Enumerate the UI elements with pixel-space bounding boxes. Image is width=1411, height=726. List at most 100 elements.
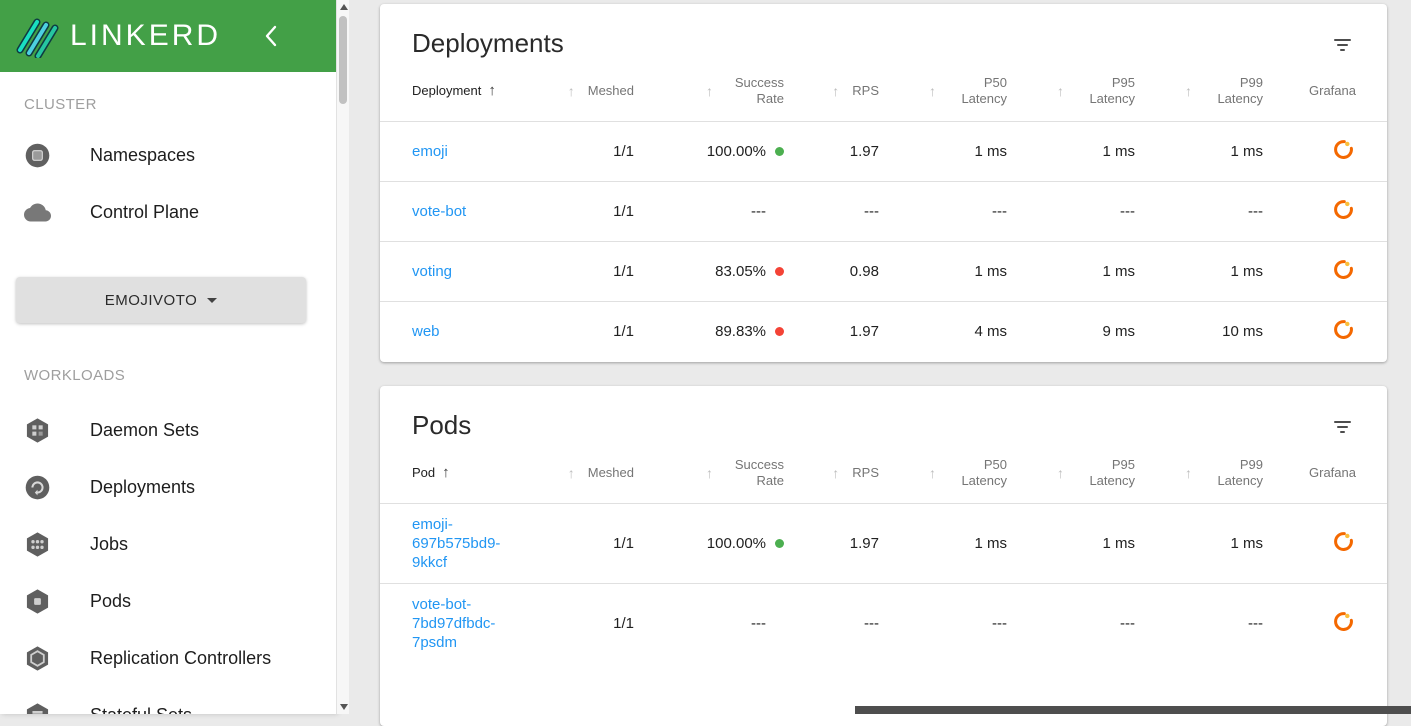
grafana-link[interactable] <box>1334 200 1353 219</box>
column-header-rps[interactable]: ↑ RPS <box>800 65 895 122</box>
success-rate-cell: 83.05% <box>650 241 800 302</box>
sidebar: LINKERD CLUSTER Namespaces Control Plane… <box>0 0 336 714</box>
deployment-name-cell: web <box>380 302 560 362</box>
meshed-cell: 1/1 <box>560 241 650 302</box>
sidebar-item-stateful-sets[interactable]: Stateful Sets <box>0 687 336 714</box>
workloads-section-label: WORKLOADS <box>24 367 126 384</box>
p99-cell: 1 ms <box>1151 503 1279 584</box>
grafana-cell <box>1279 583 1387 663</box>
sort-icon: ↑ <box>1057 464 1064 481</box>
column-header-p50[interactable]: ↑ P50 Latency <box>895 446 1023 504</box>
replication-controllers-icon <box>26 646 49 671</box>
sidebar-item-jobs[interactable]: Jobs <box>0 516 336 573</box>
column-header-grafana: Grafana <box>1279 65 1387 122</box>
sidebar-item-namespaces[interactable]: Namespaces <box>0 127 336 184</box>
scroll-down-arrow-icon[interactable] <box>340 704 348 710</box>
rps-cell: --- <box>800 181 895 242</box>
grafana-cell <box>1279 121 1387 182</box>
sidebar-item-daemon-sets[interactable]: Daemon Sets <box>0 402 336 459</box>
column-header-meshed[interactable]: ↑ Meshed <box>560 65 650 122</box>
grafana-icon <box>1334 320 1353 340</box>
namespace-selector-button[interactable]: EMOJIVOTO <box>16 277 306 323</box>
sort-asc-icon: ↑ <box>442 463 450 481</box>
column-header-p95[interactable]: ↑ P95 Latency <box>1023 65 1151 122</box>
sort-icon: ↑ <box>1185 83 1192 99</box>
sort-icon: ↑ <box>929 83 936 99</box>
filter-button[interactable] <box>1331 36 1353 54</box>
grafana-cell <box>1279 302 1387 362</box>
sort-asc-icon: ↑ <box>488 82 496 99</box>
sidebar-item-replication-controllers[interactable]: Replication Controllers <box>0 630 336 687</box>
table-row: vote-bot 1/1 --- --- --- --- --- <box>380 181 1387 242</box>
grafana-icon <box>1334 260 1353 279</box>
chevron-left-icon <box>265 25 277 47</box>
namespaces-icon <box>25 143 50 168</box>
success-rate-cell: 100.00% <box>650 503 800 584</box>
deployment-name-cell: emoji <box>380 121 560 182</box>
filter-button[interactable] <box>1331 418 1353 436</box>
p95-cell: 1 ms <box>1023 121 1151 182</box>
grafana-icon <box>1334 611 1353 631</box>
sidebar-item-pods[interactable]: Pods <box>0 573 336 630</box>
deployment-link[interactable]: web <box>412 322 440 341</box>
rps-cell: 1.97 <box>800 503 895 584</box>
pod-link[interactable]: vote-bot-7bd97dfbdc-7psdm <box>412 595 516 652</box>
column-header-p99[interactable]: ↑ P99 Latency <box>1151 65 1279 122</box>
deployments-card-title: Deployments <box>412 28 564 58</box>
deployments-table: Deployment ↑ ↑ Meshed ↑ Success Rate ↑ RPS ↑… <box>380 65 1387 362</box>
p50-cell: --- <box>992 614 1007 632</box>
sidebar-item-label: Namespaces <box>90 145 196 165</box>
sidebar-item-deployments[interactable]: Deployments <box>0 459 336 516</box>
column-header-rps[interactable]: ↑ RPS <box>800 446 895 504</box>
namespace-selector-label: EMOJIVOTO <box>104 291 198 309</box>
status-dot <box>775 538 784 548</box>
grafana-link[interactable] <box>1334 320 1353 340</box>
column-header-deployment[interactable]: Deployment ↑ <box>380 65 560 122</box>
column-header-p95[interactable]: ↑ P95 Latency <box>1023 446 1151 504</box>
sort-icon: ↑ <box>832 83 840 99</box>
deployment-link[interactable]: voting <box>412 262 452 281</box>
deployment-link[interactable]: emoji <box>412 142 448 161</box>
grafana-icon <box>1334 531 1353 551</box>
meshed-cell: 1/1 <box>560 503 650 584</box>
rps-cell: 1.97 <box>800 121 895 182</box>
horizontal-scrollbar-thumb[interactable] <box>855 706 1411 714</box>
app-title[interactable]: LINKERD <box>70 19 221 53</box>
success-rate-cell: 100.00% <box>650 121 800 182</box>
sidebar-item-control-plane[interactable]: Control Plane <box>0 184 336 241</box>
status-dot <box>775 267 784 276</box>
sidebar-item-label: Jobs <box>90 534 129 554</box>
pod-link[interactable]: emoji-697b575bd9-9kkcf <box>412 515 516 572</box>
column-header-p99[interactable]: ↑ P99 Latency <box>1151 446 1279 504</box>
deployment-link[interactable]: vote-bot <box>412 202 466 221</box>
scrollbar-thumb[interactable] <box>339 16 347 104</box>
p50-cell: 4 ms <box>974 323 1007 341</box>
column-header-p50[interactable]: ↑ P50 Latency <box>895 65 1023 122</box>
sidebar-header: LINKERD <box>0 0 336 72</box>
daemon-sets-icon <box>26 418 49 443</box>
sidebar-collapse-button[interactable] <box>258 23 284 49</box>
column-header-meshed[interactable]: ↑ Meshed <box>560 446 650 504</box>
rps-cell: --- <box>864 614 879 632</box>
meshed-cell: 1/1 <box>613 614 634 632</box>
meshed-cell: 1/1 <box>613 323 634 341</box>
table-row: voting 1/1 83.05% 0.98 1 ms 1 ms 1 ms <box>380 241 1387 302</box>
grafana-link[interactable] <box>1334 611 1353 631</box>
scroll-up-arrow-icon[interactable] <box>340 4 348 10</box>
table-row: emoji-697b575bd9-9kkcf 1/1 100.00% 1.97 … <box>380 503 1387 584</box>
p95-cell: 9 ms <box>1102 323 1135 341</box>
jobs-icon <box>26 532 49 557</box>
grafana-link[interactable] <box>1334 531 1353 551</box>
column-header-success-rate[interactable]: ↑ Success Rate <box>650 65 800 122</box>
column-header-success-rate[interactable]: ↑ Success Rate <box>650 446 800 504</box>
sidebar-item-label: Replication Controllers <box>90 648 272 668</box>
sort-icon: ↑ <box>1057 83 1064 99</box>
grafana-cell <box>1279 181 1387 242</box>
p95-cell: --- <box>1120 614 1135 632</box>
grafana-link[interactable] <box>1334 140 1353 159</box>
meshed-cell: 1/1 <box>560 121 650 182</box>
grafana-link[interactable] <box>1334 260 1353 279</box>
sidebar-item-label: Stateful Sets <box>90 705 192 714</box>
column-header-pod[interactable]: Pod ↑ <box>380 446 560 504</box>
sort-icon: ↑ <box>832 464 840 481</box>
